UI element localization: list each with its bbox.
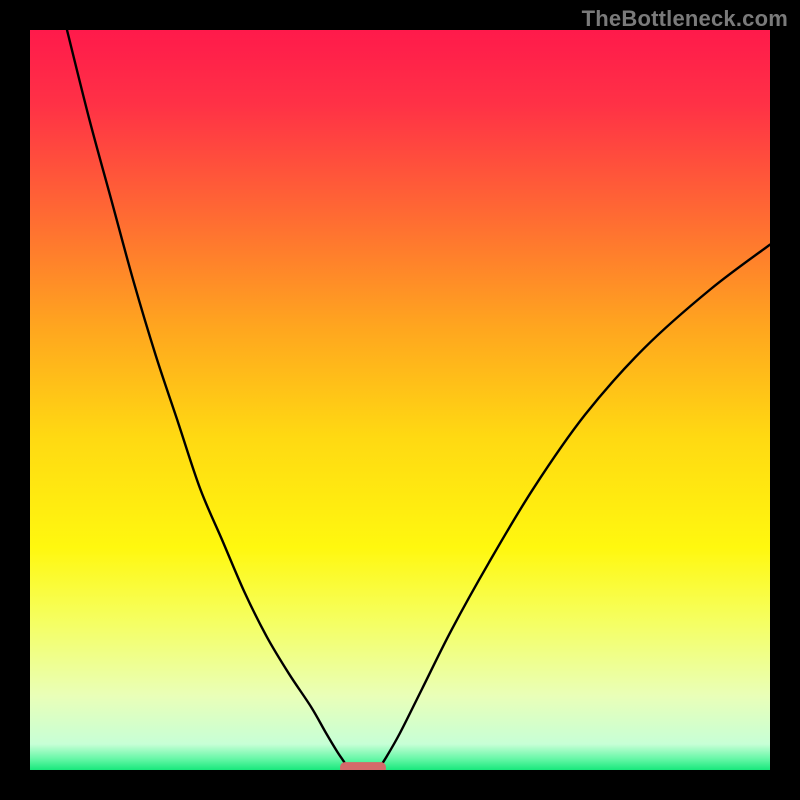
frame: TheBottleneck.com [0, 0, 800, 800]
bottleneck-chart [30, 30, 770, 770]
gradient-background [30, 30, 770, 770]
plot-area [30, 30, 770, 770]
bottleneck-marker [340, 762, 386, 770]
watermark-text: TheBottleneck.com [582, 6, 788, 32]
